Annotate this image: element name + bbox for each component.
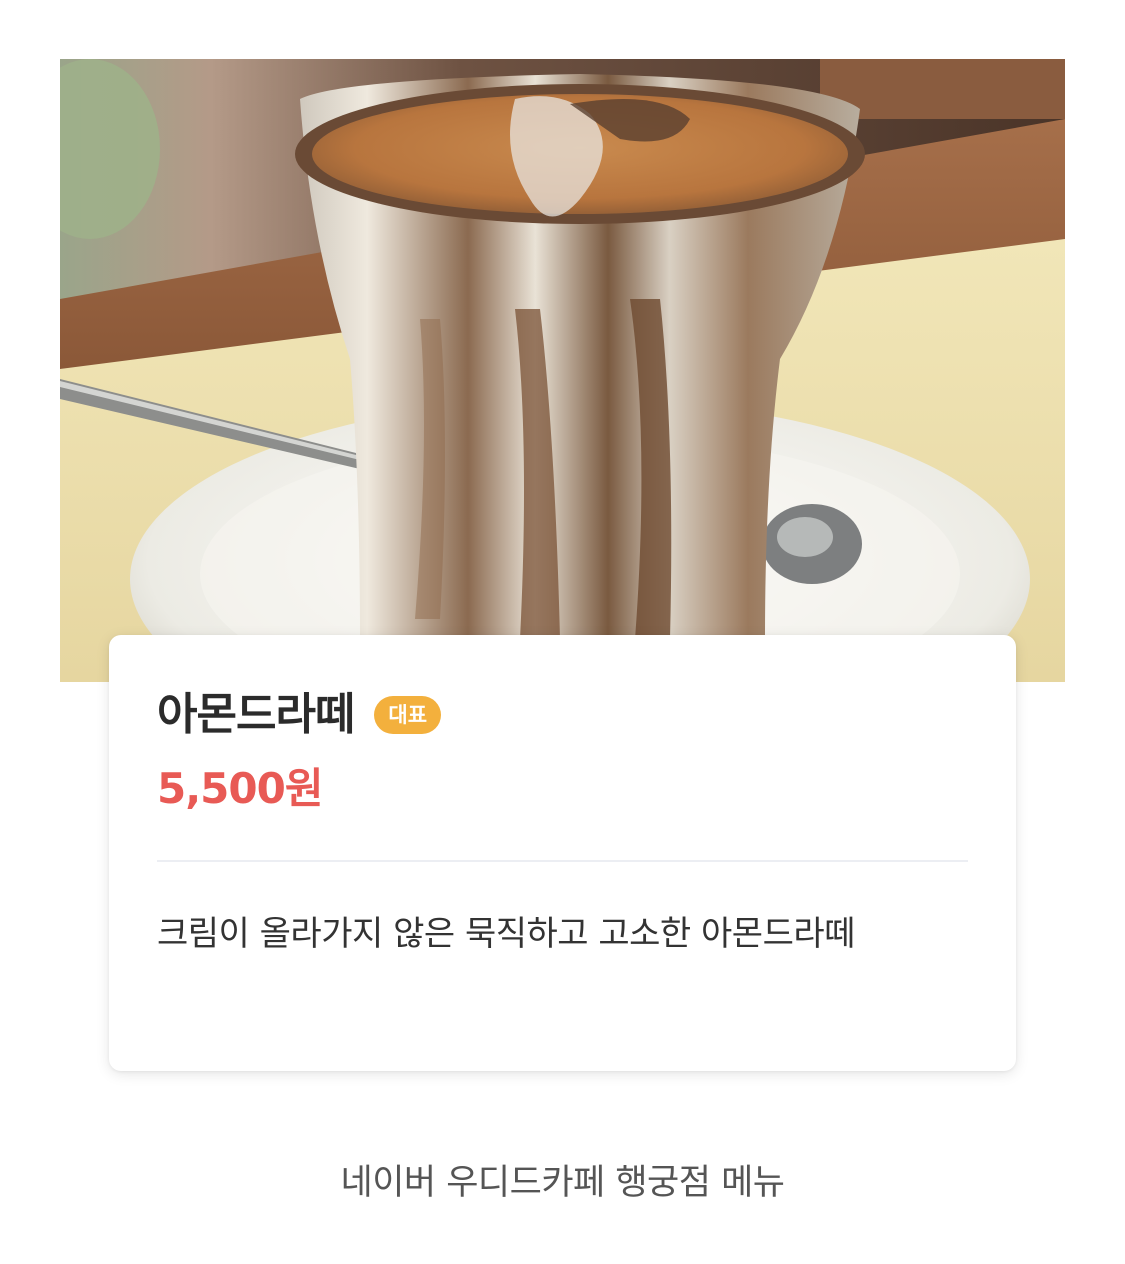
menu-item-photo (60, 59, 1065, 682)
menu-item-card[interactable]: 아몬드라떼 대표 5,500원 크림이 올라가지 않은 묵직하고 고소한 아몬드… (109, 635, 1016, 1071)
signature-badge: 대표 (374, 696, 442, 734)
footer-caption: 네이버 우디드카페 행궁점 메뉴 (340, 1163, 785, 1203)
menu-item-price: 5,500원 (157, 764, 323, 813)
menu-item-description: 크림이 올라가지 않은 묵직하고 고소한 아몬드라떼 (157, 914, 855, 954)
menu-item-name: 아몬드라떼 (157, 689, 355, 740)
title-row: 아몬드라떼 대표 (157, 679, 442, 751)
divider (157, 860, 968, 862)
